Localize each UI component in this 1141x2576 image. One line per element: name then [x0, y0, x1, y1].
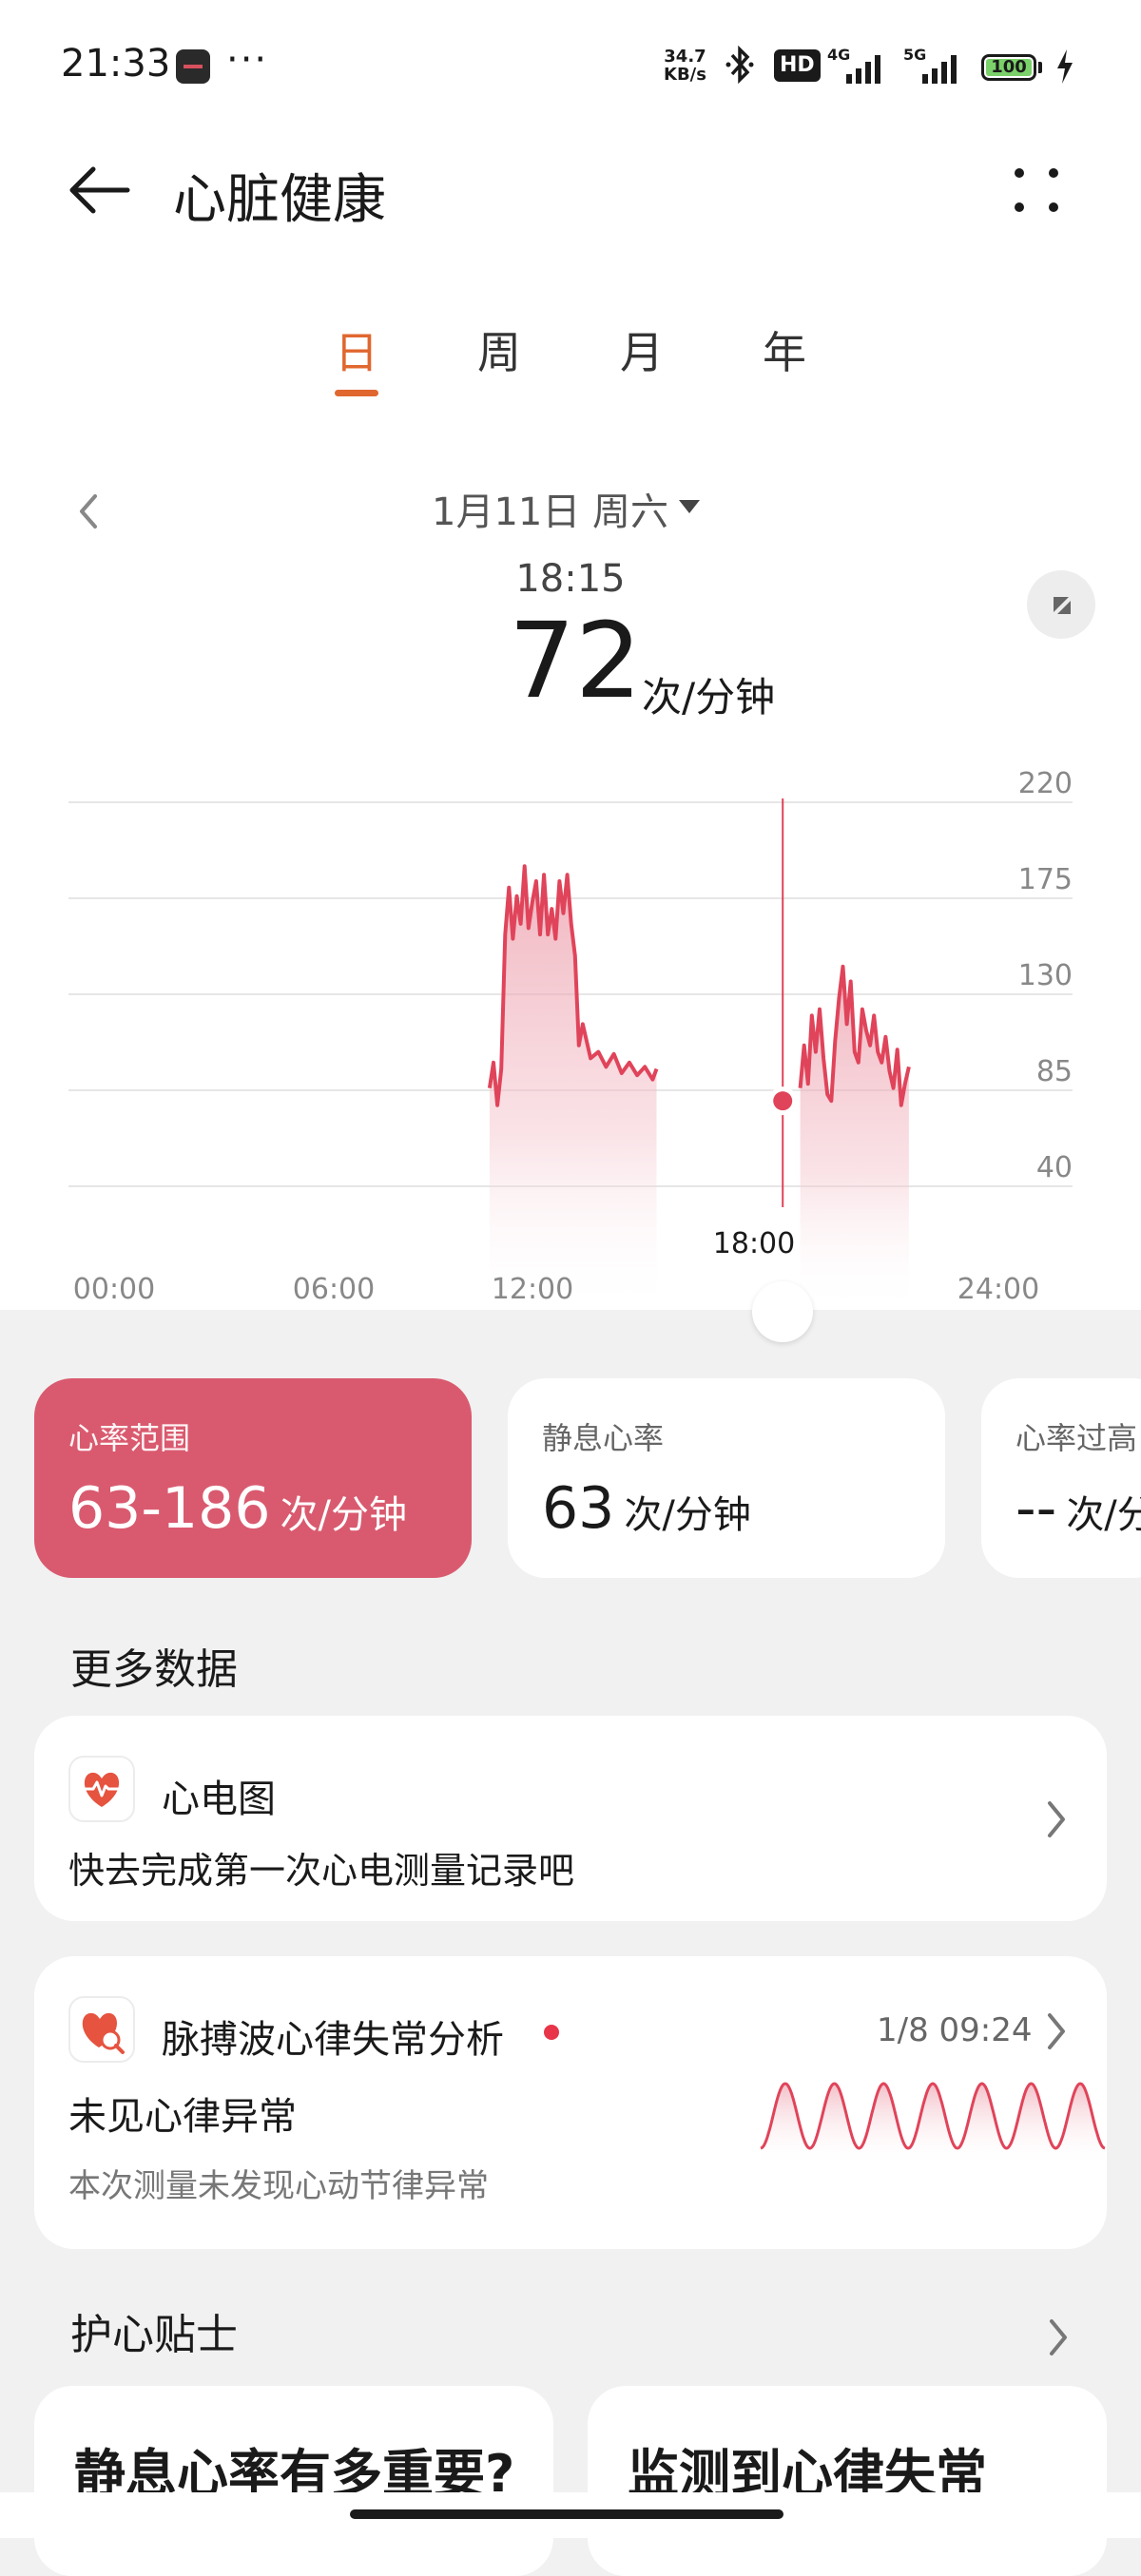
- net-speed: 34.7 KB/s: [664, 48, 706, 84]
- metric-card-high-hr[interactable]: 心率过高 --次/分钟: [981, 1378, 1141, 1578]
- heart-rate-unit: 次/分钟: [642, 674, 776, 721]
- ecg-card[interactable]: 心电图 快去完成第一次心电测量记录吧: [34, 1716, 1107, 1921]
- tip-card-2[interactable]: 监测到心律失常: [588, 2386, 1107, 2576]
- pulse-time: 1/8 09:24: [877, 2011, 1033, 2049]
- ecg-title: 心电图: [162, 1778, 276, 1821]
- more-button[interactable]: [1008, 162, 1065, 219]
- ecg-desc: 快去完成第一次心电测量记录吧: [68, 1850, 575, 1892]
- time-slider-handle[interactable]: [752, 1281, 814, 1342]
- y-tick-label: 175: [1018, 863, 1073, 896]
- net-speed-value: 34.7: [664, 47, 706, 67]
- pulse-result: 未见心律异常: [68, 2095, 297, 2139]
- page-title: 心脏健康: [173, 169, 386, 231]
- pulse-arrhythmia-card[interactable]: 脉搏波心律失常分析 1/8 09:24 未见心律异常 本次测量未发现心动节律异常: [34, 1956, 1107, 2249]
- metric-value: 63: [542, 1475, 615, 1542]
- y-tick-label: 40: [1036, 1151, 1073, 1184]
- chevron-left-icon: [80, 494, 97, 529]
- expand-chart-button[interactable]: [1027, 570, 1095, 639]
- net-speed-unit: KB/s: [664, 65, 706, 85]
- date-picker[interactable]: 1月11日 周六: [432, 481, 668, 536]
- metric-unit: 次/分钟: [280, 1493, 408, 1537]
- x-tick-label: 12:00: [492, 1273, 573, 1306]
- signal-icon-2: [922, 55, 957, 84]
- more-data-title: 更多数据: [70, 1645, 238, 1694]
- tab-day[interactable]: 日: [319, 318, 395, 381]
- caret-down-icon[interactable]: [679, 500, 700, 513]
- status-time: 21:33: [61, 42, 171, 86]
- x-tick-label: 06:00: [293, 1273, 375, 1306]
- more-notifications-icon: ···: [226, 38, 269, 82]
- home-indicator[interactable]: [350, 2509, 783, 2519]
- battery-icon: 100: [981, 54, 1036, 81]
- chevron-right-icon: [1048, 1801, 1065, 1837]
- tips-chevron-right-icon[interactable]: [1044, 2316, 1073, 2359]
- metric-card-hr-range[interactable]: 心率范围 63-186 次/分钟: [34, 1378, 472, 1578]
- tab-indicator: [335, 390, 378, 396]
- metric-value: --: [1015, 1475, 1057, 1542]
- battery-level: 100: [986, 59, 1032, 76]
- bluetooth-icon: [723, 45, 757, 91]
- more-dots-icon: [1015, 168, 1058, 212]
- metric-title: 心率范围: [68, 1420, 191, 1456]
- heart-search-icon: [68, 1996, 135, 2063]
- y-tick-label: 85: [1036, 1055, 1073, 1088]
- tab-month[interactable]: 月: [604, 318, 680, 381]
- back-button[interactable]: [59, 152, 135, 228]
- battery-tip: [1038, 62, 1042, 73]
- arrow-left-icon: [69, 166, 130, 214]
- y-tick-label: 220: [1018, 767, 1073, 800]
- previous-day-button[interactable]: [74, 490, 103, 532]
- metric-card-resting-hr[interactable]: 静息心率 63 次/分钟: [508, 1378, 945, 1578]
- tab-week[interactable]: 周: [461, 318, 537, 381]
- expand-icon: [1054, 597, 1071, 614]
- pulse-desc: 本次测量未发现心动节律异常: [68, 2167, 489, 2205]
- tab-year[interactable]: 年: [746, 318, 822, 381]
- tips-title: 护心贴士: [70, 2311, 238, 2359]
- x-tick-label: 00:00: [73, 1273, 155, 1306]
- pulse-title: 脉搏波心律失常分析: [162, 2018, 504, 2062]
- chevron-right-icon: [1048, 2013, 1065, 2049]
- new-indicator-dot: [544, 2025, 559, 2040]
- heart-ecg-icon: [68, 1756, 135, 1822]
- metric-value: 63-186: [68, 1475, 271, 1542]
- pulse-wave-thumbnail: [760, 2082, 1106, 2165]
- signal-icon: [846, 55, 880, 84]
- y-tick-label: 130: [1018, 959, 1073, 992]
- app-icon: [176, 49, 210, 84]
- tip-card-1[interactable]: 静息心率有多重要?: [34, 2386, 553, 2576]
- metric-unit: 次/分钟: [624, 1493, 751, 1537]
- metric-unit: 次/分钟: [1066, 1493, 1141, 1537]
- metric-title: 静息心率: [542, 1420, 665, 1456]
- metric-title: 心率过高: [1015, 1420, 1138, 1456]
- heart-rate-chart[interactable]: 220 175 130 85 40 00:00 06:00 12:00 18:00 24:00: [0, 741, 1141, 1312]
- x-tick-label: 24:00: [957, 1273, 1039, 1306]
- selected-heart-rate: 72: [509, 600, 642, 721]
- selected-time: 18:15: [515, 557, 626, 601]
- charging-icon: [1054, 48, 1076, 94]
- x-tick-label: 18:00: [713, 1227, 795, 1260]
- hd-badge: HD: [774, 49, 821, 82]
- selection-point: [773, 1091, 793, 1111]
